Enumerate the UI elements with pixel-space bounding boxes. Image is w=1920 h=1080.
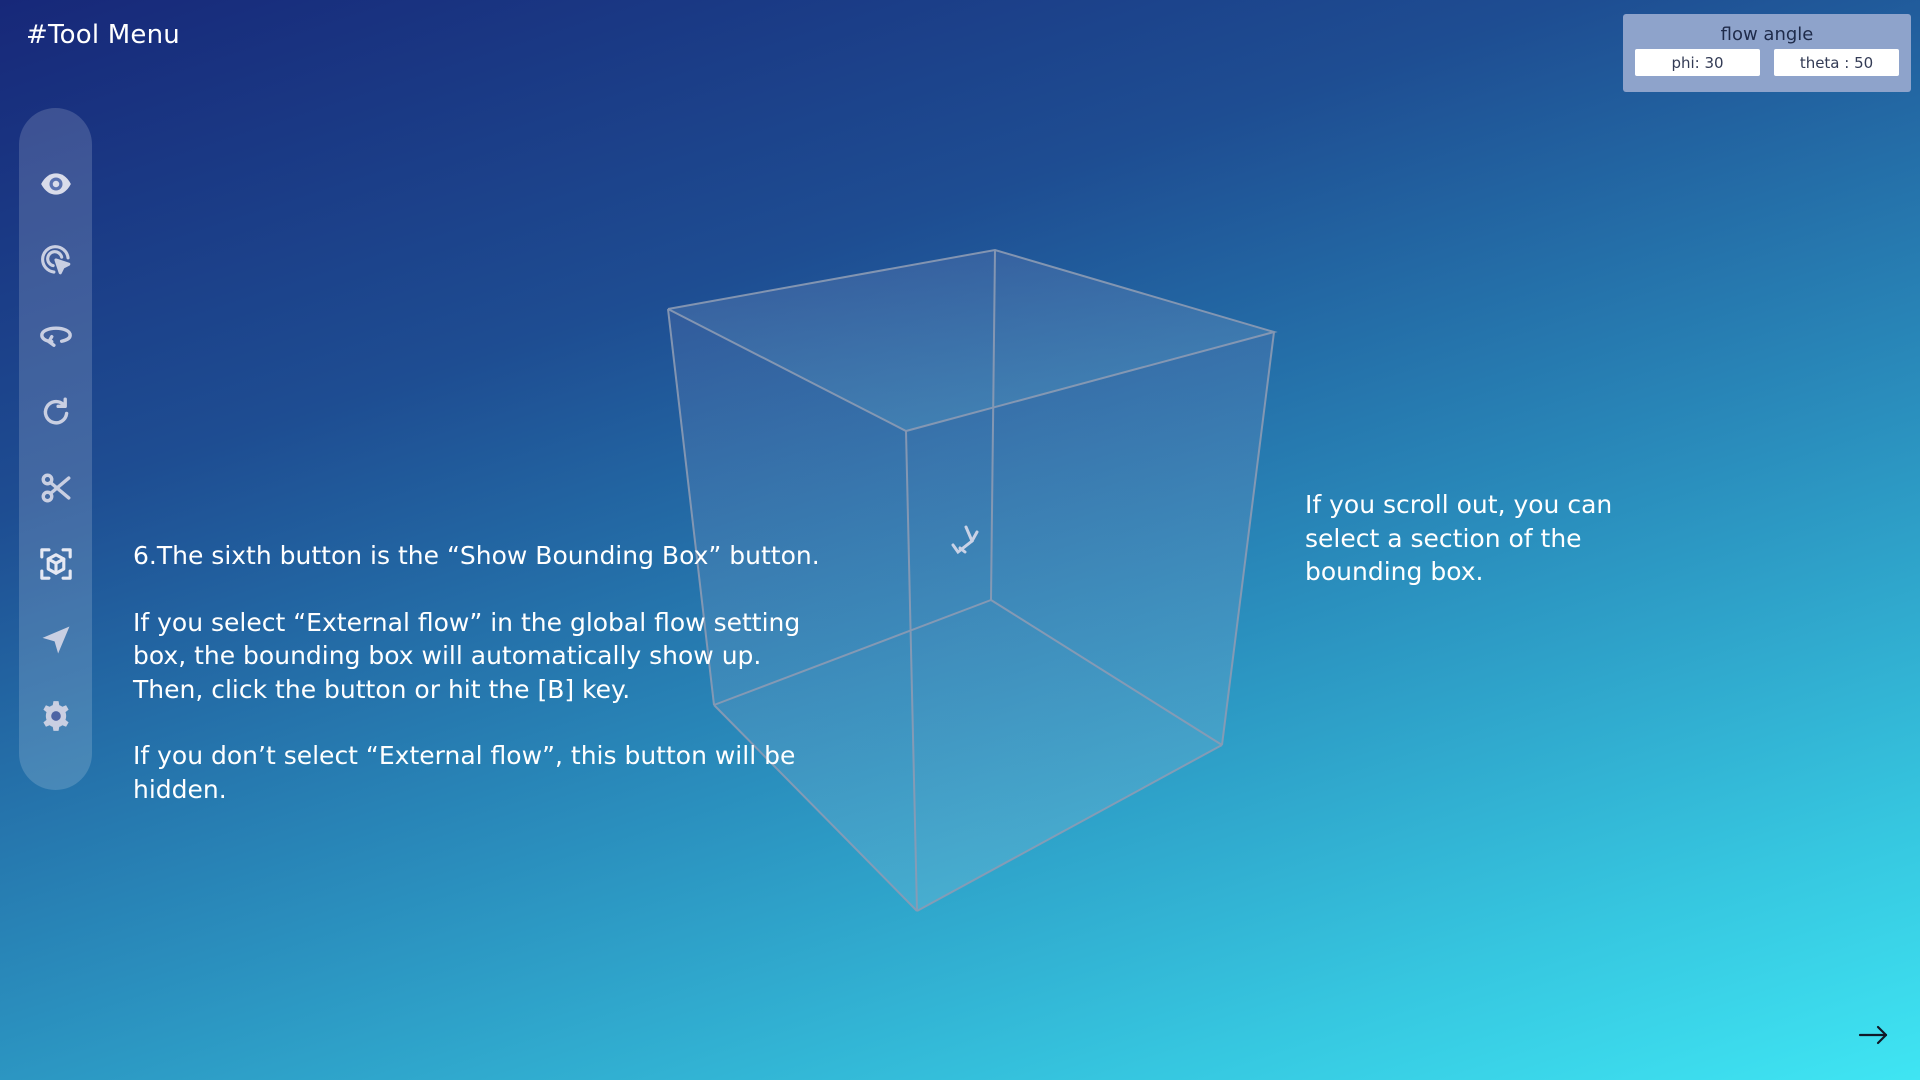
instruction-paragraph-2: If you select “External flow” in the glo… — [133, 606, 853, 707]
flow-angle-title: flow angle — [1720, 24, 1814, 45]
send-arrow-icon — [42, 626, 70, 654]
send-button[interactable] — [35, 619, 77, 661]
instruction-paragraph-3: If you don’t select “External flow”, thi… — [133, 739, 853, 806]
side-note-line: If you scroll out, you can — [1305, 490, 1613, 519]
show-bounding-box-button[interactable] — [35, 543, 77, 585]
refresh-icon — [43, 397, 69, 425]
instruction-line: If you select “External flow” in the glo… — [133, 607, 801, 637]
scissors-icon — [41, 473, 71, 503]
instruction-line: box, the bounding box will automatically… — [133, 641, 762, 670]
next-page-button[interactable] — [1858, 1022, 1890, 1048]
rotate-view-button[interactable] — [35, 315, 77, 357]
view-button[interactable] — [35, 163, 77, 205]
flow-angle-panel: flow angle phi: 30 theta : 50 — [1623, 14, 1911, 92]
cursor-click-icon — [41, 245, 71, 275]
settings-button[interactable] — [35, 695, 77, 737]
cut-button[interactable] — [35, 467, 77, 509]
phi-field[interactable]: phi: 30 — [1635, 49, 1760, 76]
instruction-line: hidden. — [133, 774, 227, 804]
instruction-line: If you don’t select “External flow”, thi… — [133, 741, 796, 770]
tool-menu-toolbar — [19, 108, 92, 790]
instruction-text: 6.The sixth button is the “Show Bounding… — [133, 539, 853, 839]
select-button[interactable] — [35, 239, 77, 281]
arrow-right-icon — [1858, 1025, 1888, 1045]
side-note: If you scroll out, you can select a sect… — [1305, 488, 1685, 589]
side-note-line: bounding box. — [1305, 557, 1484, 586]
instruction-line: Then, click the button or hit the [B] ke… — [133, 674, 631, 704]
gear-icon — [43, 701, 69, 731]
side-note-line: select a section of the — [1305, 523, 1582, 553]
theta-field[interactable]: theta : 50 — [1774, 49, 1899, 76]
eye-icon — [41, 173, 71, 195]
rotate-arrow-icon — [40, 326, 72, 347]
bounding-box-icon — [40, 548, 72, 580]
instruction-paragraph-1: 6.The sixth button is the “Show Bounding… — [133, 541, 820, 570]
refresh-button[interactable] — [35, 391, 77, 433]
